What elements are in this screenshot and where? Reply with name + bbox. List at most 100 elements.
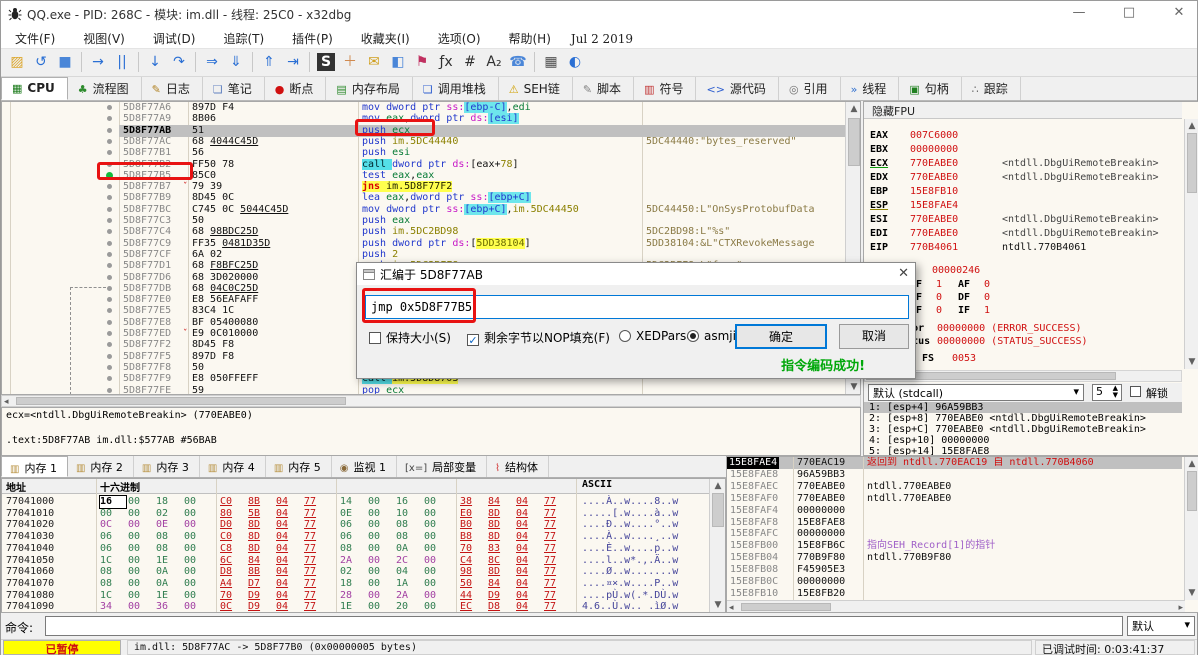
arg-count-spinner[interactable]: 5 ▲ ▼ [1092, 384, 1122, 401]
tab-handles[interactable]: ▣ 句柄 [899, 77, 962, 100]
stack-row[interactable]: 15E8FAF8 15E8FAE8 [727, 517, 1182, 529]
dump-row[interactable]: 77041080 1C 00 1E 00 70 D9 04 77 28 00 2A 00 44 D9 04 77… [2, 590, 707, 602]
stack-row[interactable]: 15E8FB0C 00000000 [727, 576, 1182, 588]
stack-row[interactable]: 15E8FB04 770B9F80 ntdll.770B9F80 [727, 552, 1182, 564]
menu-item-p[interactable]: 插件(P) [278, 27, 347, 50]
row-bullet[interactable] [107, 387, 112, 393]
tab-graph[interactable]: ♣ 流程图 [68, 77, 142, 100]
stack-row[interactable]: 15E8FAFC 00000000 [727, 528, 1182, 540]
open-file-icon[interactable]: ▨ [5, 51, 29, 73]
row-bullet[interactable] [107, 319, 112, 325]
row-bullet[interactable] [107, 195, 112, 201]
run-to-user-code-icon[interactable]: ⇥ [281, 51, 305, 73]
row-bullet[interactable] [107, 206, 112, 212]
tab-source[interactable]: <> 源代码 [696, 77, 779, 100]
row-bullet[interactable] [107, 251, 112, 257]
argument-row[interactable]: 5: [esp+14] 15E8FAE8 [864, 446, 1182, 455]
unlock-checkbox[interactable] [1130, 386, 1141, 397]
dump-row[interactable]: 77041070 08 00 0A 00 A4 D7 04 77 18 00 1A 00 50 84 04 77… [2, 578, 707, 590]
run-icon[interactable]: → [86, 51, 110, 73]
step-out-icon[interactable]: ⇓ [224, 51, 248, 73]
ok-button[interactable]: 确定 [735, 324, 827, 349]
close-button[interactable]: ✕ [1159, 5, 1198, 23]
menu-item-d[interactable]: 调试(D) [139, 27, 210, 50]
register-vscrollbar[interactable]: ▲ ▼ [1184, 119, 1198, 369]
functions-icon[interactable]: ƒx [434, 51, 458, 73]
disasm-row[interactable]: 5D8F77C9 FF35 0481D35D push dword ptr ds:[… [2, 237, 845, 250]
memory-dump-panel[interactable]: 地址 十六进制 ASCII 77041000 16 00 18 00 C0 8B 04 77 14… [1, 478, 726, 613]
stack-row[interactable]: 15E8FAE4 770EAC19 返回到 ntdll.770EAC19 自 ntd… [727, 457, 1182, 469]
stack-row[interactable]: 15E8FAEC 770EABE0 ntdll.770EABE0 [727, 481, 1182, 493]
stack-hscrollbar[interactable]: ◂ ▸ [727, 600, 1185, 612]
dump-row[interactable]: 77041040 06 00 08 00 C8 8D 04 77 08 00 0A 00 70 83 04 77… [2, 543, 707, 555]
row-bullet[interactable] [107, 297, 112, 303]
dump-row[interactable]: 77041050 1C 00 1E 00 6C 84 04 77 2A 00 2C 00 C4 8C 04 77… [2, 555, 707, 567]
bookmarks-icon[interactable]: ⚑ [410, 51, 434, 73]
tab-dump1[interactable]: ▥ 内存 1 [1, 456, 68, 477]
tab-callstack[interactable]: ❏ 调用堆栈 [413, 77, 499, 100]
row-bullet[interactable] [107, 376, 112, 382]
row-bullet[interactable] [107, 274, 112, 280]
dump-row[interactable]: 77041060 08 00 0A 00 D8 8B 04 77 02 00 04 00 98 8D 04 77… [2, 566, 707, 578]
globe-icon[interactable]: ◐ [563, 51, 587, 73]
tab-cpu[interactable]: ▦ CPU [1, 77, 68, 100]
fill-nop-option[interactable]: ✓ 剩余字节以NOP填充(F) [467, 329, 610, 346]
argument-row[interactable]: 1: [esp+4] 96A59BB3 [864, 402, 1182, 413]
argument-row[interactable]: 2: [esp+8] 770EABE0 <ntdll.DbgUiRemoteBr… [864, 413, 1182, 424]
tab-dump2[interactable]: ▥ 内存 2 [68, 456, 134, 477]
command-syntax-select[interactable]: 默认 ▾ [1127, 616, 1195, 636]
tab-dump5[interactable]: ▥ 内存 5 [266, 456, 332, 477]
pause-icon[interactable]: || [110, 51, 134, 73]
tab-symbols[interactable]: ▥ 符号 [634, 77, 697, 100]
stack-row[interactable]: 15E8FB10 15E8FB20 [727, 588, 1182, 600]
disasm-hscrollbar[interactable]: ◂ [1, 395, 861, 407]
patches-icon[interactable]: ＋ [338, 51, 362, 73]
stack-row[interactable]: 15E8FAF0 770EABE0 ntdll.770EABE0 [727, 493, 1182, 505]
modules-icon[interactable]: ☎ [506, 51, 530, 73]
row-bullet[interactable] [107, 353, 112, 359]
calculator-icon[interactable]: ▦ [539, 51, 563, 73]
asmjit-option[interactable]: asmjit [687, 329, 741, 343]
row-bullet[interactable] [107, 364, 112, 370]
row-bullet[interactable] [107, 331, 112, 336]
keep-size-option[interactable]: 保持大小(S) [369, 329, 451, 346]
disasm-row[interactable]: 5D8F77B9 8D45 0C lea eax,dword ptr ss:[ebp… [2, 192, 845, 204]
tab-locals[interactable]: [x=] 局部变量 [397, 456, 488, 477]
dump-row[interactable]: 77041000 16 00 18 00 C0 8B 04 77 14 00 16 00 38 84 04 77… [2, 495, 707, 509]
disasm-row[interactable]: 5D8F77AC 68 4044C45D push im.5DC44440 5DC44… [2, 136, 845, 148]
row-bullet[interactable] [107, 150, 112, 156]
argument-row[interactable]: 3: [esp+C] 770EABE0 <ntdll.DbgUiRemoteBr… [864, 424, 1182, 435]
run-to-user-icon[interactable]: ⇒ [200, 51, 224, 73]
hash-icon[interactable]: # [458, 51, 482, 73]
tab-watch1[interactable]: ◉ 监视 1 [332, 456, 397, 477]
row-bullet[interactable] [107, 308, 112, 314]
tab-dump3[interactable]: ▥ 内存 3 [134, 456, 200, 477]
close-icon[interactable]: ■ [53, 51, 77, 73]
step-into-icon[interactable]: ↓ [143, 51, 167, 73]
menu-item-o[interactable]: 选项(O) [424, 27, 495, 50]
stack-row[interactable]: 15E8FAF4 00000000 [727, 505, 1182, 517]
row-bullet[interactable] [107, 184, 112, 190]
xedparse-option[interactable]: XEDParse [619, 329, 694, 343]
tab-breakpoints[interactable]: ● 断点 [265, 77, 327, 100]
disasm-row[interactable]: 5D8F77C3 50 push eax [2, 215, 845, 227]
disasm-row[interactable]: 5D8F77FE 59 pop ecx [2, 385, 845, 394]
disasm-row[interactable]: 5D8F77CF 6A 02 push 2 [2, 249, 845, 261]
calling-convention-select[interactable]: 默认 (stdcall) ▾ [868, 384, 1084, 401]
command-input[interactable] [45, 616, 1123, 636]
disasm-row[interactable]: 5D8F77B7 ˇ 79 39 jns im.5D8F77F2 [2, 181, 845, 193]
stack-panel[interactable]: 15E8FAE4 770EAC19 返回到 ntdll.770EAC19 自 ntd… [726, 456, 1198, 613]
disasm-row[interactable]: 5D8F77A6 897D F4 mov dword ptr ss:[ebp-C],… [2, 102, 845, 114]
comments-icon[interactable]: ✉ [362, 51, 386, 73]
dump-vscrollbar[interactable]: ▲ ▼ [709, 479, 725, 612]
strings-icon[interactable]: A₂ [482, 51, 506, 73]
dump-row[interactable]: 77041090 34 00 36 00 0C D9 04 77 1E 00 20 00 EC D8 04 77… [2, 601, 707, 612]
stack-vscrollbar[interactable]: ▲ ▼ [1184, 457, 1198, 600]
dump-row[interactable]: 77041030 06 00 08 00 C0 8D 04 77 06 00 08 00 B8 8D 04 77… [2, 531, 707, 543]
tab-seh[interactable]: ⚠ SEH链 [499, 77, 573, 100]
menu-item-t[interactable]: 追踪(T) [209, 27, 278, 50]
maximize-button[interactable]: □ [1109, 5, 1149, 23]
row-bullet[interactable] [107, 218, 112, 223]
row-bullet[interactable] [107, 105, 112, 110]
dialog-close-icon[interactable]: ✕ [898, 266, 909, 281]
